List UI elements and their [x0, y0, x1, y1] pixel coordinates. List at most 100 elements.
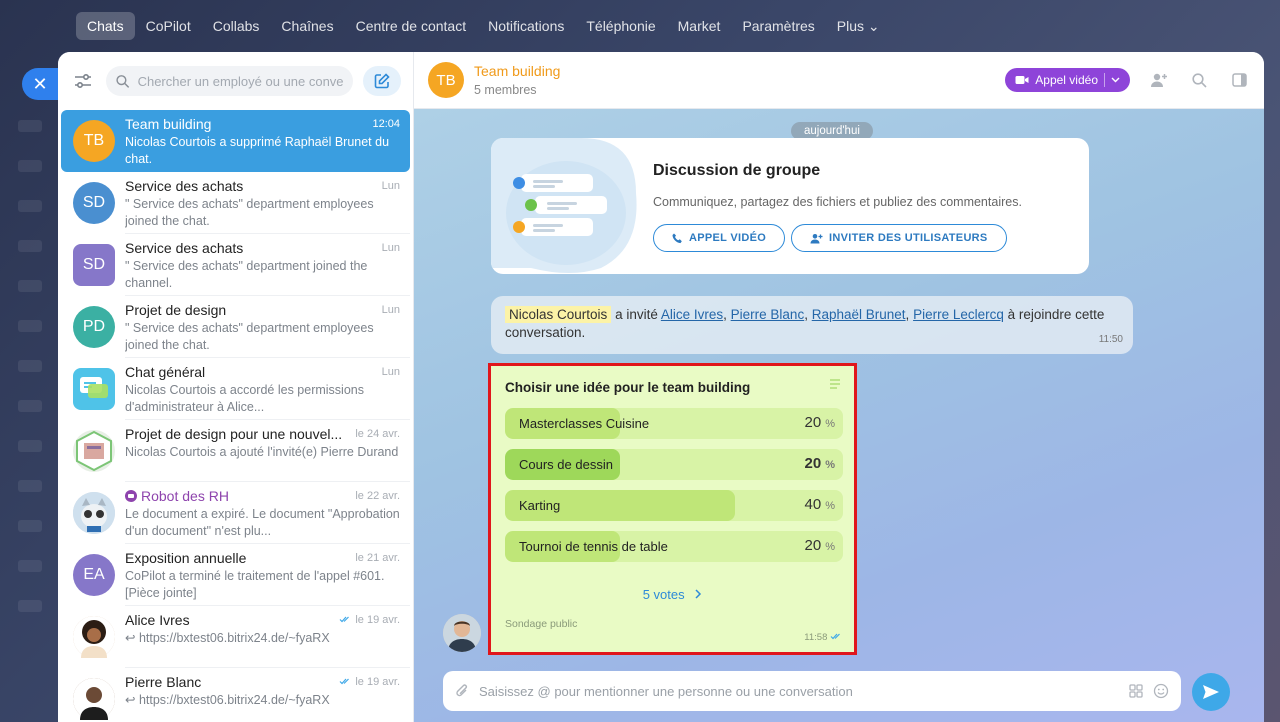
chat-time-text: le 21 avr.	[355, 552, 400, 564]
chat-name: Projet de design pour une nouvel...	[125, 426, 342, 442]
chevron-down-icon[interactable]	[1111, 77, 1120, 83]
user-mention[interactable]: Alice Ivres	[661, 307, 723, 322]
invite-users-button[interactable]: INVITER DES UTILISATEURS	[791, 224, 1007, 252]
add-user-icon[interactable]	[1148, 69, 1170, 91]
chat-name: Service des achats	[125, 178, 243, 194]
nav-item-7[interactable]: Market	[667, 12, 732, 40]
chat-item-header: Robot des RH le 22 avr.	[125, 488, 400, 504]
double-check-icon	[339, 676, 351, 688]
poll-option-percent: 40%	[805, 496, 835, 513]
chat-list-item[interactable]: SD Service des achats Lun " Service des ach…	[61, 234, 410, 296]
chat-item-header: Team building 12:04	[125, 116, 400, 132]
chat-list-item[interactable]: PD Projet de design Lun " Service des achat…	[61, 296, 410, 358]
sidebar-toggle-icon[interactable]	[1228, 69, 1250, 91]
poll-option[interactable]: Cours de dessin 20%	[505, 449, 843, 480]
message-input[interactable]	[479, 683, 1119, 699]
chat-name-text: Projet de design	[125, 302, 227, 318]
poll-option-percent: 20%	[805, 455, 835, 472]
chat-time: Lun	[382, 180, 400, 192]
chat-list-item[interactable]: EA Exposition annuelle le 21 avr. CoPilot a…	[61, 544, 410, 606]
poll-menu-icon[interactable]	[828, 378, 842, 390]
double-check-icon	[339, 614, 351, 626]
chat-time-text: Lun	[381, 304, 400, 316]
chat-avatar[interactable]: TB	[428, 62, 464, 98]
poll-title: Choisir une idée pour le team building	[505, 380, 751, 395]
group-video-call-button[interactable]: APPEL VIDÉO	[653, 224, 786, 252]
sender-avatar[interactable]	[443, 614, 481, 652]
chat-item-body: Projet de design Lun " Service des achats"…	[125, 302, 400, 352]
group-card-description: Communiquez, partagez des fichiers et pu…	[653, 195, 1022, 209]
nav-item-0[interactable]: Chats	[76, 12, 135, 40]
nav-item-2[interactable]: Collabs	[202, 12, 271, 40]
nav-item-1[interactable]: CoPilot	[135, 12, 202, 40]
chat-name-text: Projet de design pour une nouvel...	[125, 426, 343, 442]
video-call-button[interactable]: Appel vidéo	[1005, 68, 1130, 92]
chat-name: Projet de design	[125, 302, 226, 318]
group-discussion-card: Discussion de groupe Communiquez, partag…	[491, 138, 1089, 274]
close-button[interactable]: ✕	[22, 68, 58, 100]
percent-sign: %	[825, 541, 835, 553]
filter-icon[interactable]	[70, 68, 96, 94]
top-navigation: Chats CoPilot Collabs Chaînes Centre de cont…	[76, 10, 891, 42]
robot-icon	[125, 488, 141, 504]
add-user-icon	[810, 233, 823, 243]
chat-name: Team building	[125, 116, 211, 132]
chat-list-item[interactable]: Robot des RH le 22 avr. Le document a expi…	[61, 482, 410, 544]
chat-name: Service des achats	[125, 240, 243, 256]
poll-message: Choisir une idée pour le team building M…	[488, 363, 857, 655]
chat-title-block: Team building 5 membres	[474, 63, 560, 97]
chat-list-item[interactable]: Alice Ivres le 19 avr. ↩ https://bxtest06.…	[61, 606, 410, 668]
nav-item-4[interactable]: Centre de contact	[345, 12, 478, 40]
chat-time: Lun	[382, 304, 400, 316]
chat-last-message: Le document a expiré. Le document "Appro…	[125, 507, 400, 538]
user-mention[interactable]: Pierre Blanc	[731, 307, 805, 322]
chat-last-message: Nicolas Courtois a ajouté l'invité(e) Pi…	[125, 445, 399, 459]
chat-item-body: Service des achats Lun " Service des achat…	[125, 240, 400, 290]
chat-name-text: Chat général	[125, 364, 206, 380]
chat-last-message: " Service des achats" department employe…	[125, 197, 374, 228]
chat-list-item[interactable]: SD Service des achats Lun " Service des ach…	[61, 172, 410, 234]
poll-option-percent: 20%	[805, 537, 835, 554]
chat-avatar: TB	[73, 120, 115, 162]
apps-grid-icon[interactable]	[1129, 684, 1143, 698]
nav-item-6[interactable]: Téléphonie	[575, 12, 666, 40]
poll-votes-link[interactable]: 5 votes	[491, 587, 854, 602]
system-message: Nicolas Courtois a invité Alice Ivres, P…	[491, 296, 1133, 354]
poll-option[interactable]: Masterclasses Cuisine 20%	[505, 408, 843, 439]
chat-item-header: Projet de design Lun	[125, 302, 400, 318]
nav-item-5[interactable]: Notifications	[477, 12, 575, 40]
chat-name-text: Team building	[125, 116, 212, 132]
invite-users-label: INVITER DES UTILISATEURS	[829, 232, 988, 244]
chat-name: Exposition annuelle	[125, 550, 246, 566]
user-mention[interactable]: Raphaël Brunet	[812, 307, 906, 322]
poll-option[interactable]: Tournoi de tennis de table 20%	[505, 531, 843, 562]
chat-list-item[interactable]: Pierre Blanc le 19 avr. ↩ https://bxtest06…	[61, 668, 410, 722]
chat-list-item[interactable]: Chat général Lun Nicolas Courtois a accord…	[61, 358, 410, 420]
chat-avatar	[73, 492, 115, 534]
chat-item-header: Service des achats Lun	[125, 178, 400, 194]
paperclip-icon[interactable]	[455, 683, 469, 699]
nav-item-9[interactable]: Plus ⌄	[826, 12, 891, 41]
actor-mention[interactable]: Nicolas Courtois	[505, 306, 612, 323]
poll-percent-value: 20	[804, 414, 822, 431]
nav-item-8[interactable]: Paramètres	[731, 12, 825, 40]
send-button[interactable]	[1192, 673, 1230, 711]
chat-time: le 22 avr.	[355, 490, 400, 502]
user-mention[interactable]: Pierre Leclercq	[913, 307, 1004, 322]
search-input[interactable]	[137, 73, 343, 89]
chat-item-header: Chat général Lun	[125, 364, 400, 380]
poll-option[interactable]: Karting 40%	[505, 490, 843, 521]
chat-time-text: le 19 avr.	[355, 614, 400, 626]
nav-item-3[interactable]: Chaînes	[270, 12, 344, 40]
emoji-icon[interactable]	[1153, 683, 1169, 699]
chevron-right-icon	[695, 589, 702, 599]
poll-option-percent: 20%	[805, 414, 835, 431]
chat-list-item[interactable]: Projet de design pour une nouvel... le 24…	[61, 420, 410, 482]
chat-item-header: Exposition annuelle le 21 avr.	[125, 550, 400, 566]
new-chat-button[interactable]	[363, 66, 401, 96]
search-icon[interactable]	[1188, 69, 1210, 91]
chat-title[interactable]: Team building	[474, 63, 560, 79]
chat-list-item[interactable]: TB Team building 12:04 Nicolas Courtois a s…	[61, 110, 410, 172]
member-count[interactable]: 5 membres	[474, 83, 560, 97]
poll-option-label: Karting	[519, 498, 561, 513]
